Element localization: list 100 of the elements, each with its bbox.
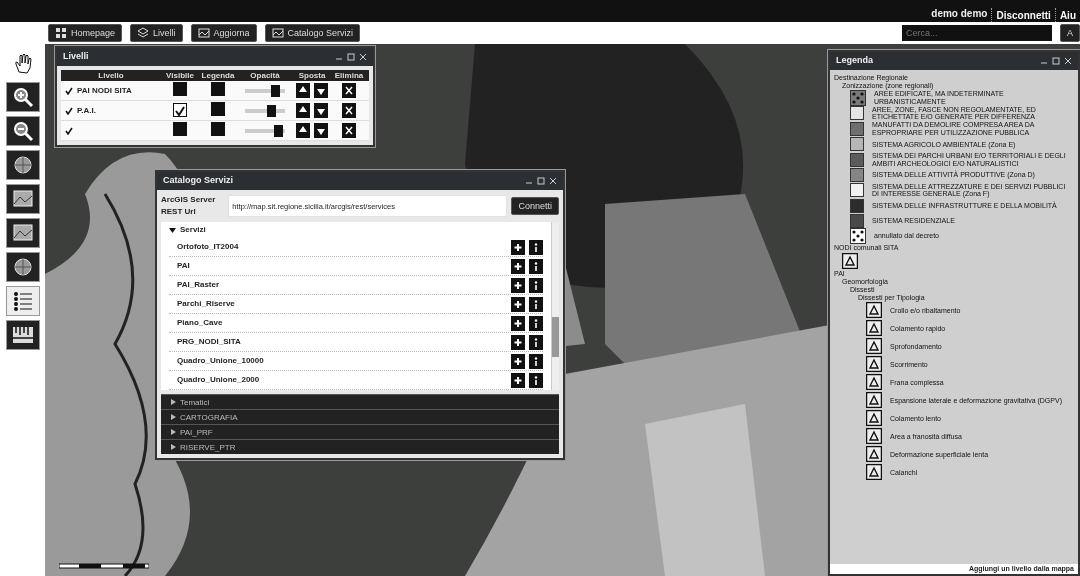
move-down-button[interactable]: [314, 103, 328, 118]
user-name: demo demo: [931, 8, 988, 21]
scrollbar[interactable]: [551, 222, 559, 390]
add-button[interactable]: [511, 372, 525, 388]
visibility-checkbox[interactable]: [173, 121, 187, 136]
maximize-icon[interactable]: [1052, 57, 1060, 65]
move-down-button[interactable]: [314, 83, 328, 98]
info-button[interactable]: [529, 277, 543, 293]
slider-thumb[interactable]: [271, 84, 281, 97]
column-header: Livello: [97, 70, 125, 81]
service-name: Piano_Cave: [177, 317, 223, 329]
toolbar-button[interactable]: Catalogo Servizi: [264, 24, 361, 42]
layer-name: PAI NODI SITA: [77, 84, 132, 97]
maximize-icon[interactable]: [537, 177, 545, 185]
url-label: ArcGIS Server REST Url: [161, 194, 217, 218]
map-icon: [197, 27, 210, 39]
legend-symbol-icon: [866, 392, 882, 409]
add-button[interactable]: [511, 334, 525, 350]
check-icon: [65, 86, 73, 95]
service-name: PAI: [177, 260, 190, 272]
legend-swatch: [850, 228, 866, 245]
service-name: Quadro_Unione_10000: [177, 355, 264, 367]
move-up-button[interactable]: [296, 103, 310, 118]
add-button[interactable]: [511, 277, 525, 293]
info-button[interactable]: [529, 239, 543, 255]
info-button[interactable]: [529, 296, 543, 312]
visibility-checkbox[interactable]: [173, 103, 187, 117]
add-button[interactable]: [511, 239, 525, 255]
window-title: Catalogo Servizi: [163, 174, 234, 188]
map-tool-button[interactable]: [5, 184, 40, 214]
slider-thumb[interactable]: [274, 124, 284, 137]
column-header: Opacità: [249, 70, 281, 81]
delete-button[interactable]: [342, 103, 356, 118]
section-header[interactable]: PAI_PRF: [161, 424, 559, 439]
map-tool-button[interactable]: [5, 320, 40, 350]
column-header: Visibile: [165, 70, 195, 81]
add-button[interactable]: [511, 296, 525, 312]
visibility-checkbox[interactable]: [173, 81, 187, 96]
zoom-in-icon: [11, 86, 34, 108]
move-up-button[interactable]: [296, 83, 310, 98]
caret-icon: [171, 429, 176, 435]
check-icon: [175, 106, 185, 117]
legend-symbol-icon: [866, 410, 882, 427]
tree-node[interactable]: Servizi: [169, 222, 543, 238]
map-tool-button[interactable]: [5, 116, 40, 146]
map-tool-button[interactable]: [5, 218, 40, 248]
delete-button[interactable]: [342, 83, 356, 98]
column-header: Elimina: [333, 70, 365, 81]
ruler-icon: [11, 324, 34, 346]
search-field[interactable]: Cerca...: [902, 25, 1052, 41]
legend-symbol-icon: [866, 338, 882, 355]
close-icon[interactable]: [549, 177, 557, 185]
globe-icon: [11, 256, 34, 278]
section-header[interactable]: RISERVE_PTR: [161, 439, 559, 454]
service-name: PAI_Raster: [177, 279, 220, 291]
caret-icon: [171, 414, 176, 420]
add-button[interactable]: [511, 258, 525, 274]
section-header[interactable]: Tematici: [161, 394, 559, 409]
toolbar-button[interactable]: Homepage: [48, 24, 123, 42]
service-name: Quadro_Unione_2000: [177, 374, 260, 386]
map-tool-button[interactable]: [5, 286, 40, 316]
close-icon[interactable]: [1064, 57, 1072, 65]
toolbar-button[interactable]: Livelli: [130, 24, 183, 42]
legend-symbol-icon: [866, 320, 882, 337]
check-icon: [65, 126, 73, 135]
toolbar-button[interactable]: Aggiorna: [190, 24, 257, 42]
column-header: Sposta: [297, 70, 327, 81]
map-icon: [271, 27, 284, 39]
grid-icon: [55, 27, 67, 39]
legend-swatch: [211, 121, 225, 136]
info-button[interactable]: [529, 334, 543, 350]
section-header[interactable]: CARTOGRAFIA: [161, 409, 559, 424]
maximize-icon[interactable]: [347, 53, 355, 61]
toolbar-button[interactable]: A: [1060, 24, 1080, 42]
caret-icon: [171, 444, 176, 450]
globe-icon: [11, 154, 34, 176]
move-up-button[interactable]: [296, 123, 310, 138]
legend-symbol-icon: [866, 446, 882, 463]
connect-button[interactable]: Connetti: [511, 197, 559, 215]
map-tool-button[interactable]: [5, 82, 40, 112]
add-button[interactable]: [511, 315, 525, 331]
map-tool-button[interactable]: [5, 252, 40, 282]
close-icon[interactable]: [359, 53, 367, 61]
move-down-button[interactable]: [314, 123, 328, 138]
opacity-slider[interactable]: [245, 124, 285, 137]
add-button[interactable]: [511, 353, 525, 369]
column-header: Legenda: [200, 70, 236, 81]
info-button[interactable]: [529, 315, 543, 331]
info-button[interactable]: [529, 372, 543, 388]
legend-swatch: [211, 81, 225, 96]
image-icon: [11, 222, 34, 244]
legend-symbol-icon: [866, 464, 882, 481]
info-button[interactable]: [529, 258, 543, 274]
delete-button[interactable]: [342, 123, 356, 138]
legend-symbol-icon: [842, 253, 858, 270]
legend-symbol-icon: [866, 302, 882, 319]
info-button[interactable]: [529, 353, 543, 369]
caret-icon: [171, 399, 176, 405]
map-tool-button[interactable]: [5, 150, 40, 180]
slider-thumb[interactable]: [266, 104, 276, 117]
